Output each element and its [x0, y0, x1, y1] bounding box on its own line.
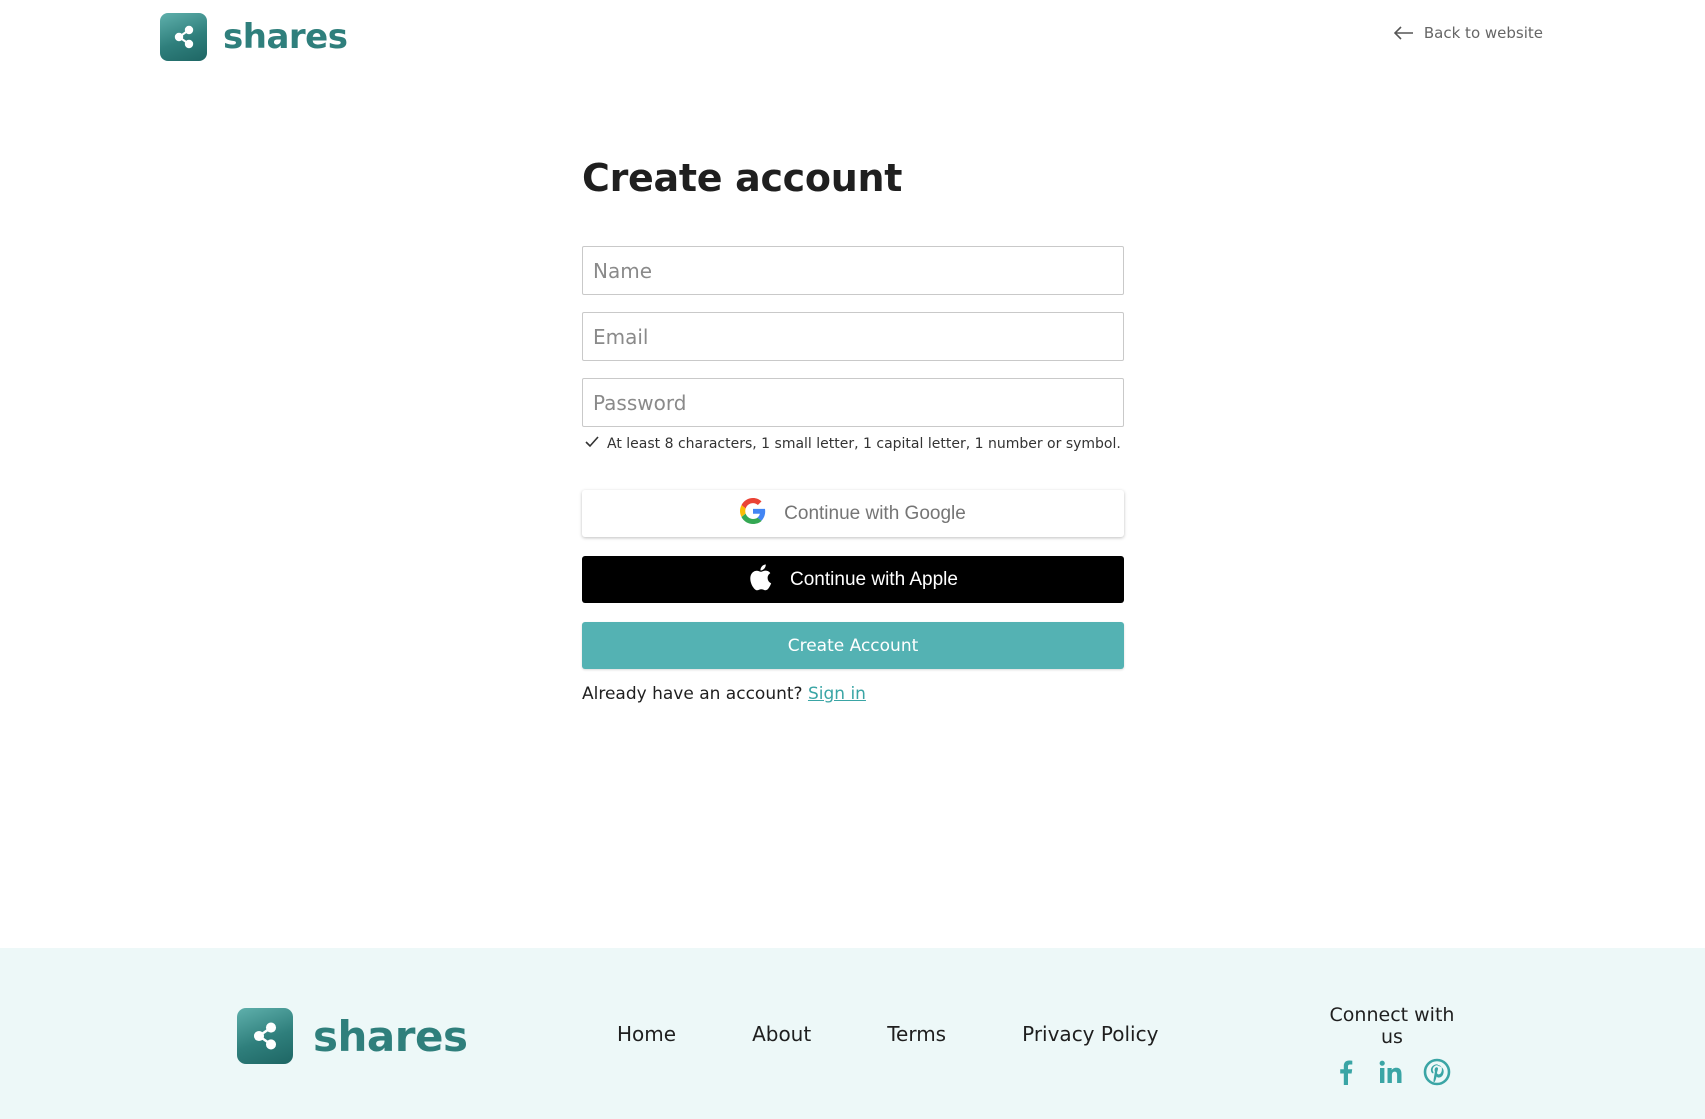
signin-prompt: Already have an account?: [582, 684, 803, 704]
share-logo-icon: [160, 13, 207, 61]
password-hint-text: At least 8 characters, 1 small letter, 1…: [607, 436, 1121, 452]
signin-line: Already have an account? Sign in: [582, 684, 1124, 704]
continue-with-google-button[interactable]: Continue with Google: [582, 490, 1124, 537]
footer-logo[interactable]: shares: [237, 1008, 468, 1064]
social-links: [1317, 1058, 1467, 1090]
continue-with-apple-button[interactable]: Continue with Apple: [582, 556, 1124, 603]
brand-name: shares: [223, 17, 348, 57]
footer-link-privacy-policy[interactable]: Privacy Policy: [1022, 1022, 1158, 1046]
create-account-form: Create account At least 8 characters, 1 …: [582, 150, 1124, 704]
footer-nav: Home About Terms Privacy Policy: [617, 1022, 1158, 1046]
linkedin-icon[interactable]: [1377, 1058, 1405, 1090]
apple-icon: [748, 563, 772, 597]
header-logo[interactable]: shares: [160, 13, 348, 61]
facebook-icon[interactable]: [1333, 1058, 1359, 1090]
apple-button-label: Continue with Apple: [790, 568, 958, 590]
google-icon: [740, 497, 766, 530]
page: shares Back to website Create account At…: [0, 0, 1705, 1119]
email-input[interactable]: [582, 312, 1124, 361]
footer: shares Home About Terms Privacy Policy C…: [0, 948, 1705, 1119]
google-button-label: Continue with Google: [784, 502, 966, 524]
password-input[interactable]: [582, 378, 1124, 427]
check-icon: [585, 436, 599, 452]
pinterest-icon[interactable]: [1423, 1058, 1451, 1090]
page-title: Create account: [582, 156, 903, 200]
password-hint: At least 8 characters, 1 small letter, 1…: [582, 436, 1124, 452]
footer-link-about[interactable]: About: [752, 1022, 811, 1046]
back-to-website-link[interactable]: Back to website: [1393, 24, 1543, 42]
connect-title: Connect with us: [1329, 1004, 1455, 1048]
connect-with-us: Connect with us: [1317, 1004, 1467, 1090]
footer-link-terms[interactable]: Terms: [887, 1022, 946, 1046]
footer-link-home[interactable]: Home: [617, 1022, 676, 1046]
signin-link[interactable]: Sign in: [808, 684, 866, 704]
arrow-left-icon: [1393, 26, 1414, 40]
share-logo-icon: [237, 1008, 293, 1064]
name-input[interactable]: [582, 246, 1124, 295]
create-account-button[interactable]: Create Account: [582, 622, 1124, 669]
back-link-label: Back to website: [1423, 24, 1543, 42]
footer-brand-name: shares: [313, 1011, 468, 1061]
